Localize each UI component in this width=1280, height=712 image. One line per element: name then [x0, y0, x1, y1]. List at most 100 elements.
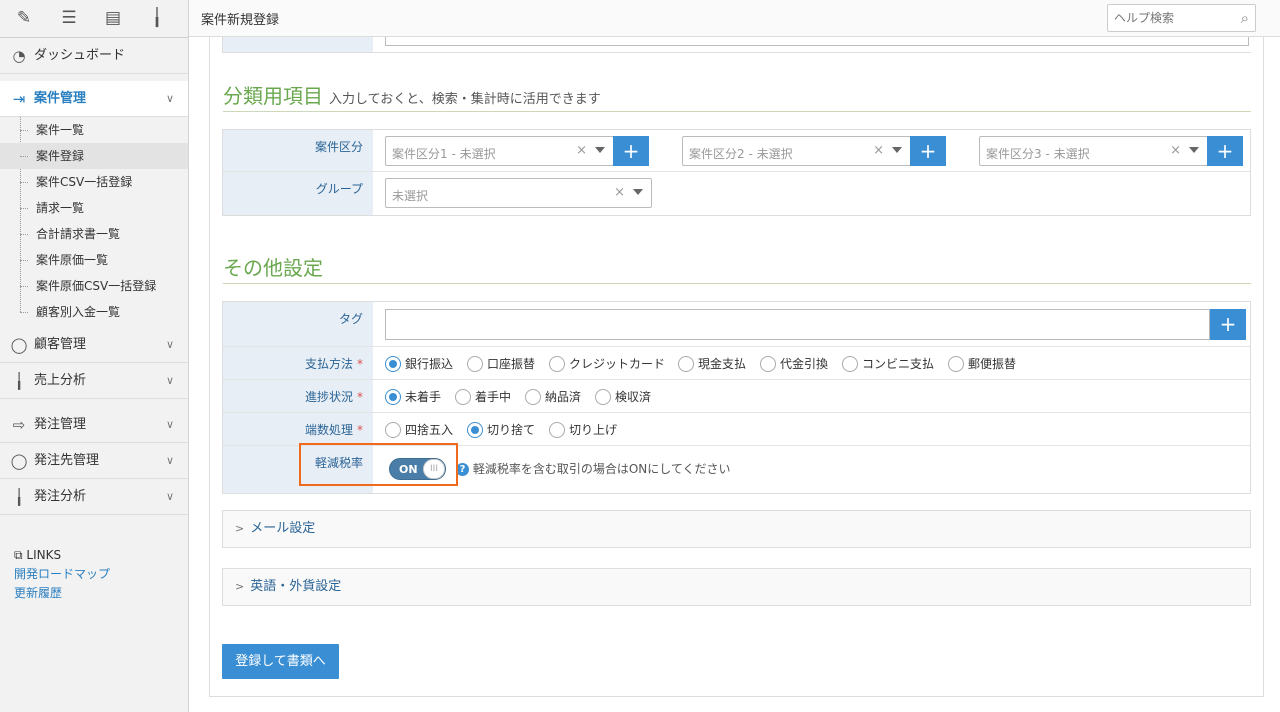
links-header: ⧉ LINKS — [14, 546, 110, 565]
dropdown-arrow-icon[interactable] — [595, 147, 605, 153]
language-currency-settings-collapsible[interactable]: > 英語・外貨設定 — [222, 568, 1251, 606]
subnav-item-payment-by-customer[interactable]: 顧客別入金一覧 — [0, 299, 188, 325]
pencil-icon[interactable]: ✎ — [12, 8, 36, 28]
clear-icon[interactable]: × — [873, 143, 884, 158]
required-mark: * — [357, 423, 363, 437]
chevron-down-icon: ∨ — [165, 454, 174, 467]
radio-circle — [467, 356, 483, 372]
clear-icon[interactable]: × — [614, 185, 625, 200]
category-select-1-value: 案件区分1 - 未選択 — [392, 147, 496, 161]
search-icon[interactable]: ⌕ — [1241, 9, 1249, 27]
radio-label: 着手中 — [475, 390, 512, 404]
group-select[interactable]: 未選択 × — [385, 178, 652, 208]
radio-label: 四捨五入 — [405, 423, 454, 437]
sidebar-item-order-analysis[interactable]: ╽ 発注分析 ∨ — [0, 479, 188, 515]
chevron-down-icon: ∨ — [165, 374, 174, 387]
radio-label: 切り上げ — [569, 423, 618, 437]
link-changelog[interactable]: 更新履歴 — [14, 584, 110, 603]
radio-label: 銀行振込 — [405, 357, 454, 371]
radio-label: 代金引換 — [780, 357, 829, 371]
section-divider — [223, 111, 1251, 112]
dropdown-arrow-icon[interactable] — [1189, 147, 1199, 153]
clear-icon[interactable]: × — [576, 143, 587, 158]
section-divider — [223, 283, 1251, 284]
radio-circle — [385, 422, 401, 438]
notes-label-cell — [222, 37, 373, 52]
sidebar-item-suppliers[interactable]: ◯ 発注先管理 ∨ — [0, 443, 188, 479]
rounding-radio-floor[interactable]: 切り捨て — [467, 422, 535, 438]
payment-radio-postal-transfer[interactable]: 郵便振替 — [948, 356, 1016, 372]
register-and-create-document-button[interactable]: 登録して書類へ — [222, 644, 339, 679]
clear-icon[interactable]: × — [1170, 143, 1181, 158]
sidebar-item-label: 発注管理 — [34, 417, 87, 432]
tag-input[interactable] — [385, 309, 1210, 340]
notes-textarea[interactable] — [385, 37, 1249, 46]
subnav-item-project-register[interactable]: 案件登録 — [0, 143, 188, 169]
group-select-value: 未選択 — [392, 189, 429, 203]
sidebar-item-dashboard[interactable]: ◔ ダッシュボード — [0, 38, 188, 74]
section-title-classification: 分類用項目 入力しておくと、検索・集計時に活用できます — [223, 80, 601, 109]
subnav-item-project-list[interactable]: 案件一覧 — [0, 117, 188, 143]
subnav-item-project-csv[interactable]: 案件CSV一括登録 — [0, 169, 188, 195]
payment-radio-convenience-store[interactable]: コンビニ支払 — [842, 356, 934, 372]
payment-radio-credit-card[interactable]: クレジットカード — [549, 356, 665, 372]
subnav-item-total-invoice-list[interactable]: 合計請求書一覧 — [0, 221, 188, 247]
list-icon[interactable]: ☰ — [57, 8, 81, 28]
group-label: グループ — [223, 172, 373, 215]
sidebar-item-projects[interactable]: ⇥ 案件管理 ∨ — [0, 81, 188, 117]
category-select-2-value: 案件区分2 - 未選択 — [689, 147, 793, 161]
radio-circle — [549, 422, 565, 438]
sidebar-item-customers[interactable]: ◯ 顧客管理 ∨ — [0, 327, 188, 363]
required-mark: * — [357, 390, 363, 404]
collapsible-label: メール設定 — [250, 521, 316, 536]
rounding-radio-round[interactable]: 四捨五入 — [385, 422, 453, 438]
document-list-icon[interactable]: ▤ — [101, 8, 125, 28]
dropdown-arrow-icon[interactable] — [892, 147, 902, 153]
category-select-1[interactable]: 案件区分1 - 未選択 × — [385, 136, 614, 166]
highlight-box — [299, 443, 458, 486]
category-select-3-value: 案件区分3 - 未選択 — [986, 147, 1090, 161]
sidebar-item-orders[interactable]: ⇨ 発注管理 ∨ — [0, 407, 188, 443]
add-category-1-button[interactable]: + — [613, 136, 649, 166]
progress-radio-delivered[interactable]: 納品済 — [525, 389, 581, 405]
rounding-label: 端数処理 * — [223, 413, 373, 445]
rounding-radio-ceil[interactable]: 切り上げ — [549, 422, 617, 438]
radio-label: クレジットカード — [569, 357, 666, 371]
radio-circle — [760, 356, 776, 372]
progress-radio-in-progress[interactable]: 着手中 — [455, 389, 511, 405]
subnav-item-cost-csv[interactable]: 案件原価CSV一括登録 — [0, 273, 188, 299]
help-search-input[interactable] — [1108, 5, 1228, 31]
subnav-item-cost-list[interactable]: 案件原価一覧 — [0, 247, 188, 273]
sidebar-item-sales-analysis[interactable]: ╽ 売上分析 ∨ — [0, 363, 188, 399]
dropdown-arrow-icon[interactable] — [633, 189, 643, 195]
payment-radio-cash[interactable]: 現金支払 — [678, 356, 746, 372]
add-tag-button[interactable]: + — [1210, 309, 1246, 340]
category-select-3[interactable]: 案件区分3 - 未選択 × — [979, 136, 1208, 166]
subnav-item-invoice-list[interactable]: 請求一覧 — [0, 195, 188, 221]
sidebar-item-label: 顧客管理 — [34, 337, 87, 352]
user-circle-icon: ◯ — [10, 336, 28, 354]
chart-icon[interactable]: ╽ — [145, 8, 169, 28]
link-roadmap[interactable]: 開発ロードマップ — [14, 565, 110, 584]
progress-radio-not-started[interactable]: 未着手 — [385, 389, 441, 405]
progress-label-text: 進捗状況 — [304, 390, 353, 404]
help-search: ⌕ — [1107, 4, 1256, 32]
classification-desc: 入力しておくと、検索・集計時に活用できます — [329, 92, 601, 107]
radio-label: 納品済 — [545, 390, 582, 404]
sidebar-item-label: 発注分析 — [34, 489, 87, 504]
payment-radio-bank-transfer[interactable]: 銀行振込 — [385, 356, 453, 372]
add-category-3-button[interactable]: + — [1207, 136, 1243, 166]
progress-radio-accepted[interactable]: 検収済 — [595, 389, 651, 405]
add-category-2-button[interactable]: + — [910, 136, 946, 166]
chart-icon: ╽ — [14, 372, 24, 390]
category-select-2[interactable]: 案件区分2 - 未選択 × — [682, 136, 911, 166]
payment-radio-cod[interactable]: 代金引換 — [760, 356, 828, 372]
email-settings-collapsible[interactable]: > メール設定 — [222, 510, 1251, 548]
radio-circle-selected — [385, 389, 401, 405]
collapsible-label: 英語・外貨設定 — [250, 579, 342, 594]
category-row: 案件区分 案件区分1 - 未選択 × + 案件区分2 - 未選択 × + 案件区… — [223, 130, 1250, 172]
payment-method-row: 支払方法 * 銀行振込 口座振替 クレジットカード 現金支払 代金引換 コンビニ支… — [223, 347, 1250, 380]
payment-radio-direct-debit[interactable]: 口座振替 — [467, 356, 535, 372]
radio-label: 検収済 — [615, 390, 652, 404]
group-row: グループ 未選択 × — [223, 172, 1250, 215]
